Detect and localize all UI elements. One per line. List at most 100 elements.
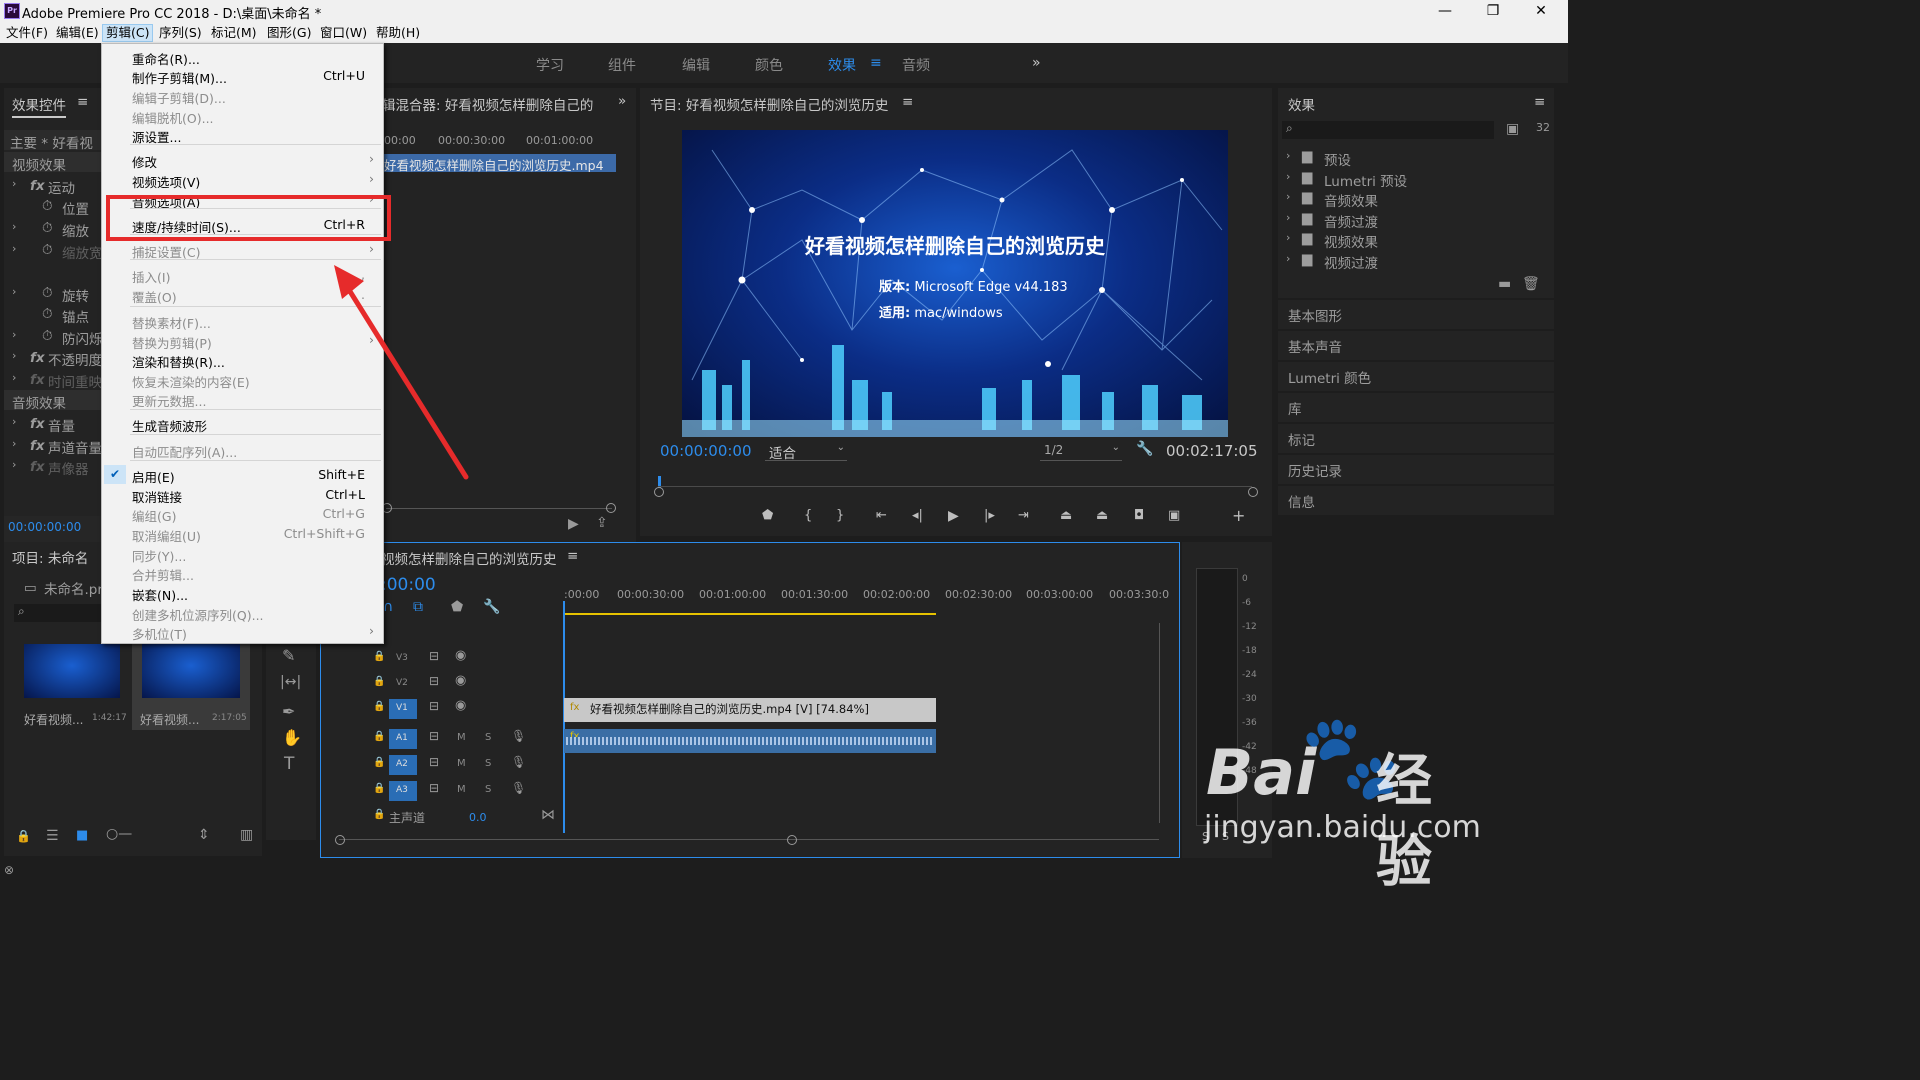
mixer-clip[interactable]: 好看视频怎样删除自己的浏览历史.mp4 xyxy=(382,154,616,172)
pen-tool-icon[interactable]: ✒ xyxy=(282,702,295,721)
effects-panel-title[interactable]: 效果 xyxy=(1288,94,1315,114)
clip-menu-item[interactable]: 制作子剪辑(M)... Ctrl+U xyxy=(102,66,383,86)
add-marker-icon[interactable]: ⬟ xyxy=(451,599,463,615)
audio-mixer-tab[interactable]: 辑混合器: 好看视频怎样删除自己的 xyxy=(382,94,593,114)
clip-menu-item[interactable]: 编组(G) Ctrl+G xyxy=(102,504,383,524)
clip-menu-item[interactable]: 合并剪辑... xyxy=(102,563,383,583)
effects-folder[interactable]: › ▆ 预设 xyxy=(1282,148,1542,169)
workspace-overflow-icon[interactable]: » xyxy=(1032,55,1041,71)
mute-button[interactable]: M xyxy=(457,758,466,769)
workspace-learn[interactable]: 学习 xyxy=(536,55,564,75)
menu-file[interactable]: 文件(F) xyxy=(3,25,51,41)
lock-icon[interactable]: 🔒 xyxy=(16,829,31,843)
new-bin-icon[interactable]: ▬ xyxy=(1498,276,1511,292)
clip-menu-item[interactable]: 源设置... xyxy=(102,125,383,145)
zoom-slider-icon[interactable]: ○— xyxy=(106,826,132,842)
camera-icon[interactable]: ◘ xyxy=(1134,508,1144,523)
solo-button[interactable]: S xyxy=(485,784,491,795)
sync-lock-icon[interactable]: ⊟ xyxy=(429,729,439,743)
menu-graphics[interactable]: 图形(G) xyxy=(264,25,314,41)
track-target[interactable]: A3 xyxy=(389,781,417,801)
clip-menu-item[interactable]: 创建多机位源序列(Q)... xyxy=(102,603,383,623)
mark-out-icon[interactable]: } xyxy=(836,508,844,523)
program-monitor-tab[interactable]: 节目: 好看视频怎样删除自己的浏览历史 xyxy=(650,94,888,114)
clip-menu-item[interactable]: 编辑脱机(O)... xyxy=(102,106,383,126)
effects-folder[interactable]: › ▆ 音频过渡 xyxy=(1282,210,1542,231)
effects-side-section[interactable]: 历史记录 xyxy=(1278,455,1554,484)
expand-chevron-icon[interactable]: › xyxy=(12,371,16,384)
clip-menu-item[interactable]: 修改 › xyxy=(102,150,383,170)
go-to-in-icon[interactable]: ⇤ xyxy=(876,508,887,523)
effects-side-section[interactable]: Lumetri 颜色 xyxy=(1278,362,1554,391)
track-target[interactable]: V1 xyxy=(389,699,417,719)
stopwatch-icon[interactable]: ⏱ xyxy=(42,328,53,344)
clip-menu-item[interactable]: 嵌套(N)... xyxy=(102,583,383,603)
mute-button[interactable]: M xyxy=(457,732,466,743)
effects-side-section[interactable]: 标记 xyxy=(1278,424,1554,453)
video-clip-v1[interactable]: fx 好看视频怎样删除自己的浏览历史.mp4 [V] [74.84%] xyxy=(564,698,936,722)
workspace-effects[interactable]: 效果 xyxy=(828,55,856,75)
scroll-handle-right[interactable] xyxy=(787,835,797,845)
accelerated-effects-icon[interactable]: ▣ xyxy=(1506,121,1519,137)
list-view-icon[interactable]: ☰ xyxy=(46,828,59,844)
lock-icon[interactable]: 🔒 xyxy=(373,651,385,662)
zoom-handle-right[interactable] xyxy=(1248,487,1258,497)
menu-marker[interactable]: 标记(M) xyxy=(208,25,260,41)
clip-menu-item[interactable]: 重命名(R)... xyxy=(102,47,383,67)
export-audio-icon[interactable]: ▶ xyxy=(568,516,579,532)
master-out-icon[interactable]: ⋈ xyxy=(541,807,555,823)
timeline-scrollbar[interactable] xyxy=(339,839,1159,840)
linked-selection-icon[interactable]: ⧉ xyxy=(413,599,423,615)
expand-chevron-icon[interactable]: › xyxy=(12,349,16,362)
razor-tool-icon[interactable]: ✎ xyxy=(282,646,295,665)
workspace-assembly[interactable]: 组件 xyxy=(608,55,636,75)
expand-chevron-icon[interactable]: › xyxy=(12,415,16,428)
expand-chevron-icon[interactable]: › xyxy=(12,458,16,471)
sync-lock-icon[interactable]: ⊟ xyxy=(429,781,439,795)
stopwatch-icon[interactable]: ⏱ xyxy=(42,220,53,236)
clip-menu-item[interactable]: 取消编组(U) Ctrl+Shift+G xyxy=(102,524,383,544)
track-target[interactable]: V2 xyxy=(389,674,417,694)
monitor-scrub-bar[interactable] xyxy=(658,486,1252,487)
clip-menu-item[interactable]: 同步(Y)... xyxy=(102,544,383,564)
expand-chevron-icon[interactable]: › xyxy=(1286,211,1290,224)
menu-window[interactable]: 窗口(W) xyxy=(317,25,370,41)
stopwatch-icon[interactable]: ⏱ xyxy=(42,198,53,214)
expand-chevron-icon[interactable]: › xyxy=(12,437,16,450)
workspace-audio[interactable]: 音频 xyxy=(902,55,930,75)
fit-dropdown[interactable]: 适合 ⌄ xyxy=(765,442,847,462)
master-volume-value[interactable]: 0.0 xyxy=(469,811,487,824)
menu-edit[interactable]: 编辑(E) xyxy=(53,25,102,41)
add-button-icon[interactable]: + xyxy=(1232,506,1245,525)
effect-controls-timecode[interactable]: 00:00:00:00 xyxy=(8,520,81,534)
more-icon[interactable]: ▥ xyxy=(240,827,253,843)
lock-icon[interactable]: 🔒 xyxy=(373,757,385,768)
lock-icon[interactable]: 🔒 xyxy=(373,701,385,712)
workspace-menu-icon[interactable]: ≡ xyxy=(870,55,882,71)
panel-menu-icon[interactable]: ≡ xyxy=(567,548,578,564)
work-area-bar[interactable] xyxy=(564,613,936,615)
microphone-icon[interactable]: 🎙 xyxy=(511,755,526,769)
timeline-timecode[interactable]: :00:00 xyxy=(381,575,436,595)
lift-icon[interactable]: ⏏ xyxy=(1060,508,1072,523)
track-target[interactable]: V3 xyxy=(389,649,417,669)
mute-button[interactable]: M xyxy=(457,784,466,795)
track-target[interactable]: A2 xyxy=(389,755,417,775)
project-item-2[interactable]: 好看视频... 2:17:05 xyxy=(132,638,250,730)
program-video-frame[interactable]: 好看视频怎样删除自己的浏览历史 版本: Microsoft Edge v44.1… xyxy=(682,130,1228,437)
32bit-effects-icon[interactable]: 32 xyxy=(1536,121,1550,134)
wrench-icon[interactable]: 🔧 xyxy=(1136,441,1153,457)
panel-menu-icon[interactable]: ≡ xyxy=(77,94,88,110)
sync-lock-icon[interactable]: ⊟ xyxy=(429,649,439,663)
effects-side-section[interactable]: 信息 xyxy=(1278,486,1554,515)
workspace-color[interactable]: 颜色 xyxy=(755,55,783,75)
share-icon[interactable]: ⇪ xyxy=(596,515,608,531)
solo-button[interactable]: S xyxy=(485,758,491,769)
maximize-button[interactable]: ❐ xyxy=(1470,0,1516,23)
project-panel-tab[interactable]: 项目: 未命名 xyxy=(12,547,88,567)
expand-chevron-icon[interactable]: › xyxy=(12,220,16,233)
effects-side-section[interactable]: 基本图形 xyxy=(1278,300,1554,329)
play-icon[interactable]: ▶ xyxy=(948,508,959,524)
expand-chevron-icon[interactable]: › xyxy=(1286,252,1290,265)
minimize-button[interactable]: — xyxy=(1422,0,1468,23)
